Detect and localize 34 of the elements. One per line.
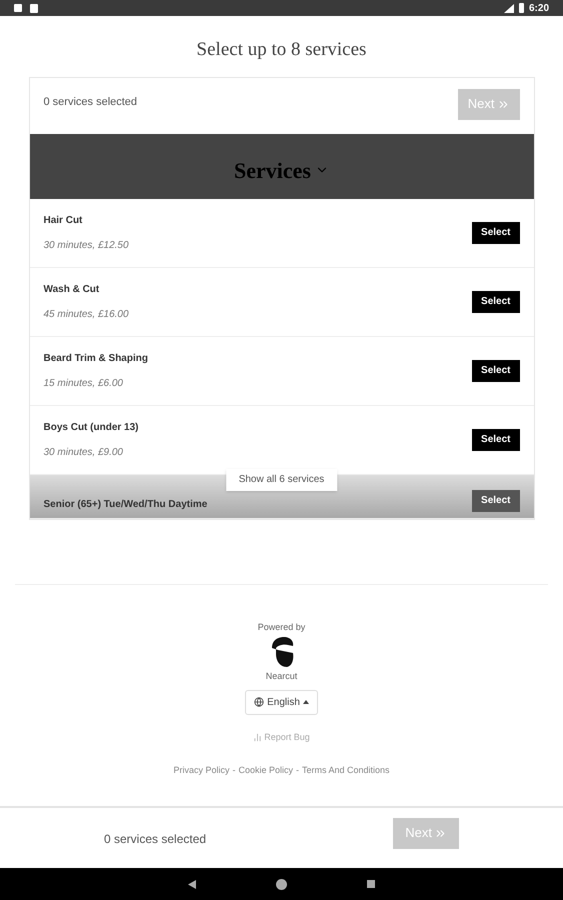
service-name: Boys Cut (under 13) [44, 420, 139, 434]
service-name: Hair Cut [44, 214, 84, 228]
service-name: Wash & Cut [44, 282, 100, 296]
service-details: 45 minutes, £16.00 [44, 308, 129, 322]
back-icon[interactable] [188, 880, 196, 888]
footer-link[interactable]: Privacy Policy [173, 764, 230, 778]
service-details: 30 minutes, £12.50 [44, 238, 129, 252]
select-button[interactable]: Select [472, 222, 520, 244]
link-separator: - [232, 764, 236, 777]
caret-up-icon [302, 700, 309, 704]
select-button[interactable]: Select [472, 290, 520, 312]
powered-by-text: Powered by [258, 620, 306, 634]
service-name: Senior (65+) Tue/Wed/Thu Daytime [44, 498, 208, 512]
show-all-button[interactable]: Show all 6 services [226, 468, 338, 490]
service-details: 15 minutes, £6.00 [44, 376, 124, 390]
battery-icon [518, 3, 524, 13]
signal-icon [504, 4, 514, 12]
language-selector[interactable]: English [245, 690, 318, 714]
service-details: 30 minutes, £9.00 [44, 446, 124, 460]
page-title: Select up to 8 services [196, 38, 366, 62]
service-name: Beard Trim & Shaping [44, 352, 148, 366]
brand-name: Nearcut [266, 670, 298, 683]
home-icon[interactable] [276, 878, 287, 890]
selected-count: 0 services selected [104, 831, 206, 848]
select-button[interactable]: Select [472, 490, 520, 512]
bar-chart-icon [253, 732, 262, 742]
link-separator: - [296, 764, 299, 777]
footer-link[interactable]: Terms And Conditions [302, 764, 390, 778]
globe-icon [254, 697, 264, 707]
select-button[interactable]: Select [472, 428, 520, 450]
clock: 6:20 [528, 2, 549, 16]
select-button[interactable]: Select [472, 360, 520, 382]
footer-link[interactable]: Cookie Policy [238, 764, 293, 778]
selected-count: 0 services selected [44, 94, 138, 110]
